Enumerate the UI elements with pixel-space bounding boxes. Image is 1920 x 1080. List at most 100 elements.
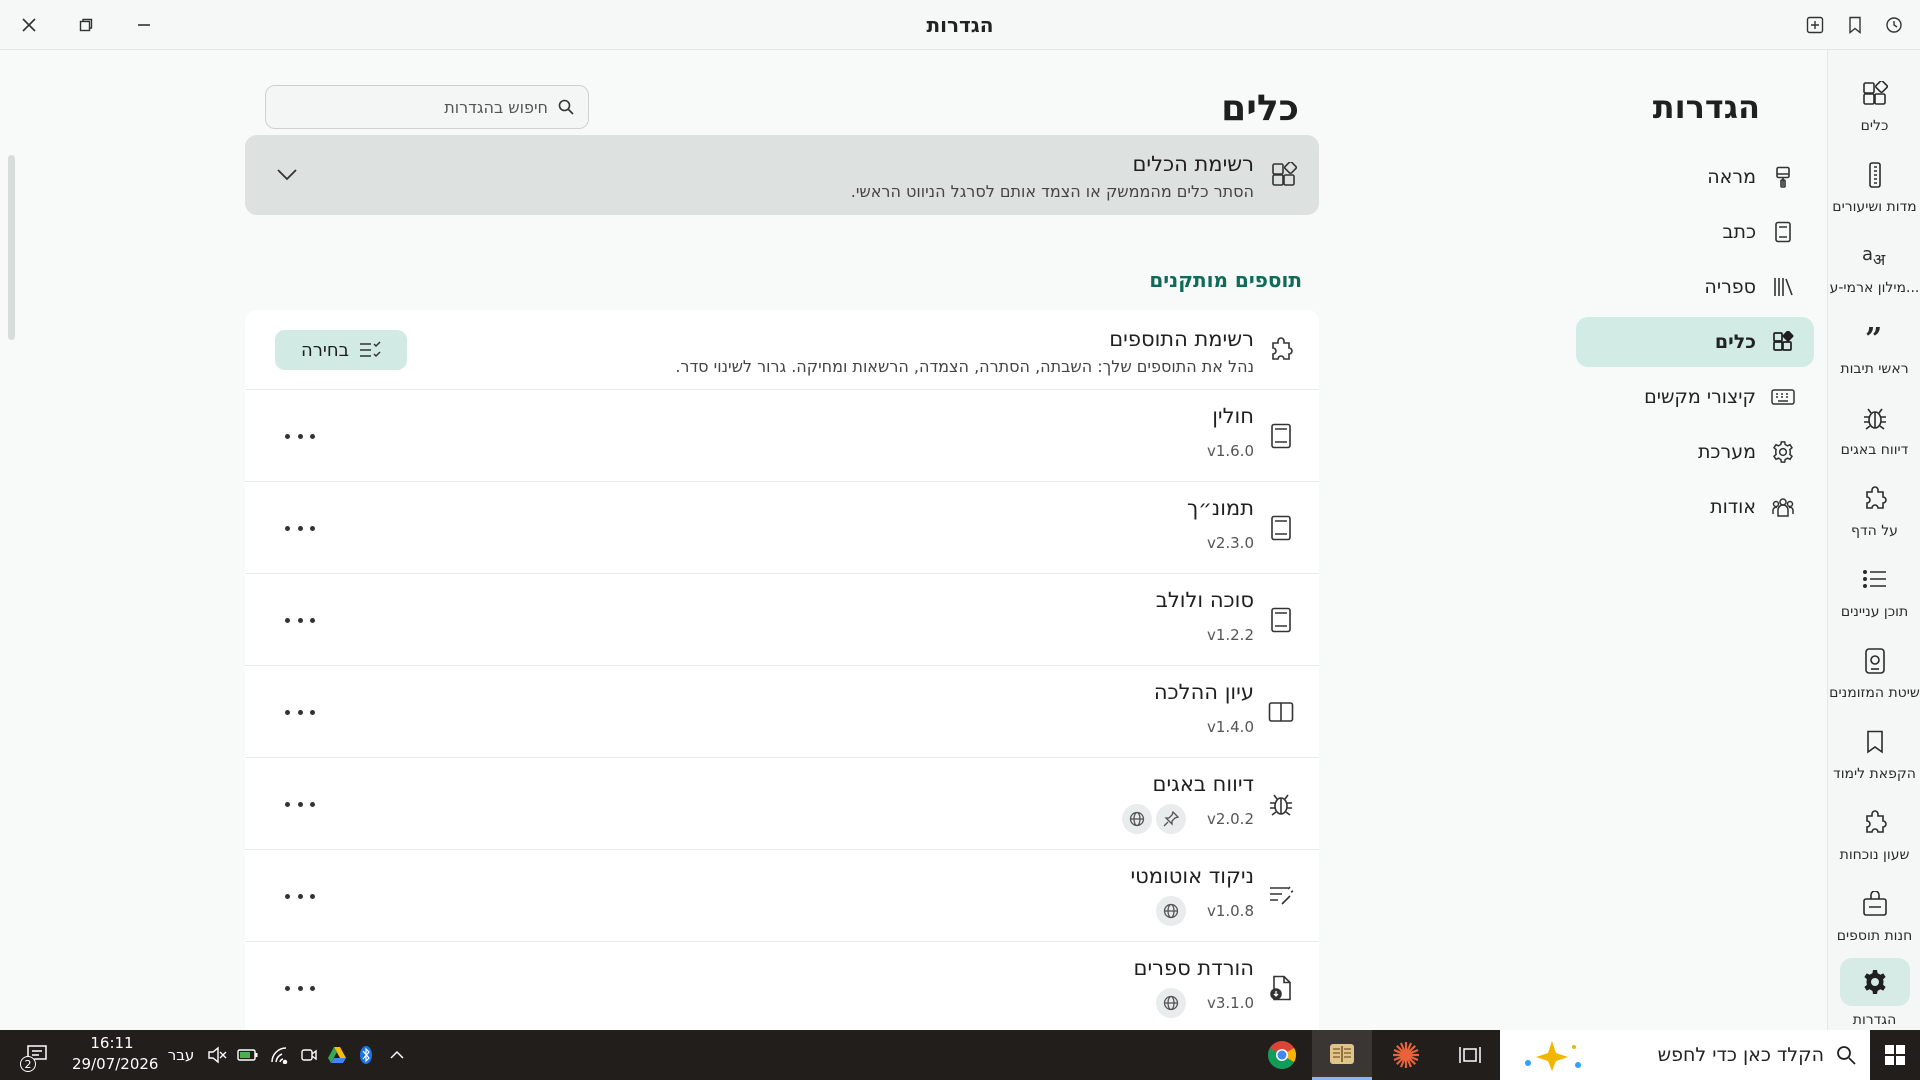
settings-nav-tools[interactable]: כלים xyxy=(1576,317,1814,367)
drive-icon[interactable] xyxy=(326,1044,348,1066)
plugin-row[interactable]: סוכה ולולב v1.2.2 xyxy=(245,574,1319,666)
settings-nav-about[interactable]: אודות xyxy=(1576,482,1814,532)
settings-search[interactable] xyxy=(265,85,589,129)
more-options-button[interactable] xyxy=(285,978,315,998)
plugin-row[interactable]: חולין v1.6.0 xyxy=(245,390,1319,482)
settings-nav-appearance[interactable]: מראה xyxy=(1576,152,1814,202)
book-icon xyxy=(1265,604,1297,636)
plugins-list-title: רשימת התוספים xyxy=(1109,327,1254,351)
bookmark-icon xyxy=(1857,724,1893,760)
rail-item-tools[interactable]: כלים xyxy=(1828,62,1920,142)
rail-item-study-freeze[interactable]: הקפאת לימוד xyxy=(1828,710,1920,790)
settings-nav-system[interactable]: מערכת xyxy=(1576,427,1814,477)
puzzle-icon xyxy=(1265,334,1297,366)
plugin-row[interactable]: תמונ״ך v2.3.0 xyxy=(245,482,1319,574)
rail-item-cash-method[interactable]: שיטת המזומנים xyxy=(1828,629,1920,709)
search-input[interactable] xyxy=(318,97,548,117)
settings-nav-library[interactable]: ספריה xyxy=(1576,262,1814,312)
svg-text:”: ” xyxy=(1865,325,1882,349)
sparkle-icon xyxy=(1525,1041,1581,1071)
taskbar-app-sparkle[interactable] xyxy=(1386,1036,1426,1074)
rail-item-measures[interactable]: מדות ושיעורים xyxy=(1828,143,1920,223)
volume-muted-icon[interactable] xyxy=(206,1044,228,1066)
wifi-icon[interactable] xyxy=(268,1044,290,1066)
ruler-icon xyxy=(1857,157,1893,193)
new-tab-button[interactable] xyxy=(1800,10,1830,40)
page-title: כלים xyxy=(1221,88,1299,129)
translate-icon: aअ xyxy=(1857,238,1893,274)
book-icon xyxy=(1265,420,1297,452)
taskbar-search[interactable]: הקלד כאן כדי לחפש xyxy=(1500,1030,1870,1080)
show-hidden-icons-button[interactable] xyxy=(385,1045,409,1065)
close-button[interactable] xyxy=(14,10,44,40)
language-indicator[interactable]: עבר xyxy=(163,1044,199,1066)
clock-date: 29/07/2026 xyxy=(72,1055,159,1073)
restore-button[interactable] xyxy=(71,10,101,40)
plugin-row[interactable]: עיון ההלכה v1.4.0 xyxy=(245,666,1319,758)
bookmarks-button[interactable] xyxy=(1840,10,1870,40)
brush-icon xyxy=(1770,164,1796,190)
rail-item-plugin-store[interactable]: חנות תוספים xyxy=(1828,872,1920,952)
starburst-icon xyxy=(1393,1042,1419,1068)
minimize-button[interactable] xyxy=(129,10,159,40)
rail-item-al-hadaf[interactable]: על הדף xyxy=(1828,467,1920,547)
taskbar-app-chrome[interactable] xyxy=(1262,1036,1302,1074)
task-view-button[interactable] xyxy=(1450,1040,1490,1070)
open-book-icon xyxy=(1265,696,1297,728)
plugins-list-subtitle: נהל את התוספים שלך: השבתה, הסתרה, הצמדה,… xyxy=(675,357,1254,376)
svg-text:अ: अ xyxy=(1873,250,1886,269)
scrollbar[interactable] xyxy=(8,155,15,340)
gear-icon xyxy=(1770,439,1796,465)
store-icon xyxy=(1857,886,1893,922)
windows-icon xyxy=(1885,1045,1905,1065)
title-bar: הגדרות xyxy=(0,0,1920,50)
globe-icon xyxy=(1122,804,1152,834)
more-options-button[interactable] xyxy=(285,518,315,538)
puzzle-icon xyxy=(1857,481,1893,517)
plugin-version: v1.4.0 xyxy=(1206,718,1254,736)
settings-nav-font[interactable]: כתב xyxy=(1576,207,1814,257)
clock-time: 16:11 xyxy=(90,1034,134,1052)
rail-item-acronyms[interactable]: ” ראשי תיבות xyxy=(1828,305,1920,385)
globe-icon xyxy=(1156,988,1186,1018)
bluetooth-icon[interactable] xyxy=(356,1044,376,1066)
rail-item-attendance[interactable]: שעון נוכחות xyxy=(1828,791,1920,871)
more-options-button[interactable] xyxy=(285,794,315,814)
rail-item-bug-report[interactable]: דיווח באגים xyxy=(1828,386,1920,466)
rail-item-dictionary[interactable]: aअ מילון ארמי-ע... xyxy=(1828,224,1920,304)
tools-grid-icon xyxy=(1269,160,1299,190)
add-square-icon xyxy=(1806,16,1824,34)
start-button[interactable] xyxy=(1870,1030,1920,1080)
library-icon xyxy=(1770,274,1796,300)
tools-list-card[interactable]: רשימת הכלים הסתר כלים מהממשק או הצמד אות… xyxy=(245,135,1319,215)
meet-now-icon[interactable] xyxy=(298,1044,320,1066)
taskbar: הקלד כאן כדי לחפש עבר 16:11 29/07/2026 2 xyxy=(0,1030,1920,1080)
tablet-icon xyxy=(1857,643,1893,679)
rail-item-toc[interactable]: תוכן עניינים xyxy=(1828,548,1920,628)
chrome-icon xyxy=(1268,1041,1296,1069)
notification-count: 2 xyxy=(20,1056,36,1072)
plugin-row[interactable]: ניקוד אוטומטי v1.0.8 xyxy=(245,850,1319,942)
more-options-button[interactable] xyxy=(285,886,315,906)
notifications-button[interactable]: 2 xyxy=(20,1038,54,1072)
battery-icon[interactable] xyxy=(236,1044,260,1066)
puzzle-icon xyxy=(1857,805,1893,841)
tools-grid-icon xyxy=(1857,76,1893,112)
more-options-button[interactable] xyxy=(285,426,315,446)
more-options-button[interactable] xyxy=(285,702,315,722)
plugin-row[interactable]: דיווח באגים v2.0.2 xyxy=(245,758,1319,850)
clock[interactable]: 16:11 29/07/2026 xyxy=(72,1033,159,1075)
plugin-name: עיון ההלכה xyxy=(1153,680,1254,704)
chevron-up-icon xyxy=(390,1050,404,1059)
settings-nav-shortcuts[interactable]: קיצורי מקשים xyxy=(1576,372,1814,422)
plugin-row[interactable]: הורדת ספרים v3.1.0 xyxy=(245,942,1319,1030)
restore-icon xyxy=(79,18,93,32)
taskbar-app-library[interactable] xyxy=(1312,1030,1372,1080)
rail-item-settings[interactable]: הגדרות xyxy=(1828,952,1920,1032)
expand-button[interactable] xyxy=(272,160,302,190)
quote-icon: ” xyxy=(1857,319,1893,355)
select-button[interactable]: בחירה xyxy=(275,330,407,370)
history-button[interactable] xyxy=(1879,10,1909,40)
more-options-button[interactable] xyxy=(285,610,315,630)
book-icon xyxy=(1265,512,1297,544)
